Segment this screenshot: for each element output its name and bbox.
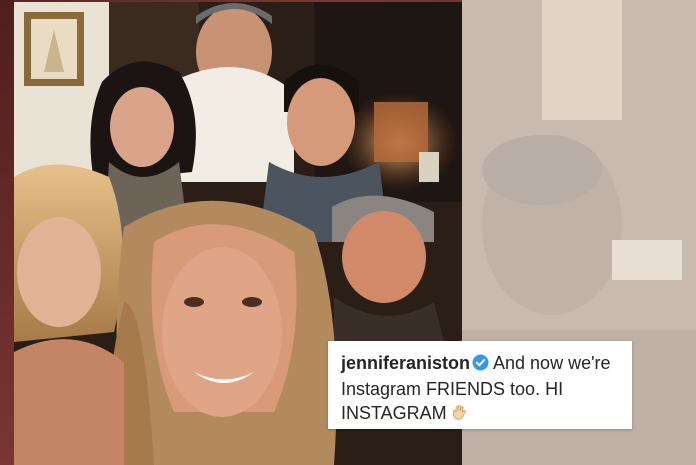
waving-hand-icon [450,404,468,428]
caption-text-line-1: And now we're [493,353,611,373]
image-stage: jenniferaniston And now we're Instagram F… [0,0,696,465]
instagram-caption-card: jenniferaniston And now we're Instagram F… [328,341,632,429]
verified-badge-icon [472,353,489,377]
username[interactable]: jenniferaniston [341,353,470,373]
caption-text-line-2: Instagram FRIENDS too. HI [341,379,564,399]
left-border-strip [0,0,14,465]
caption-text-line-3: INSTAGRAM [341,403,447,423]
